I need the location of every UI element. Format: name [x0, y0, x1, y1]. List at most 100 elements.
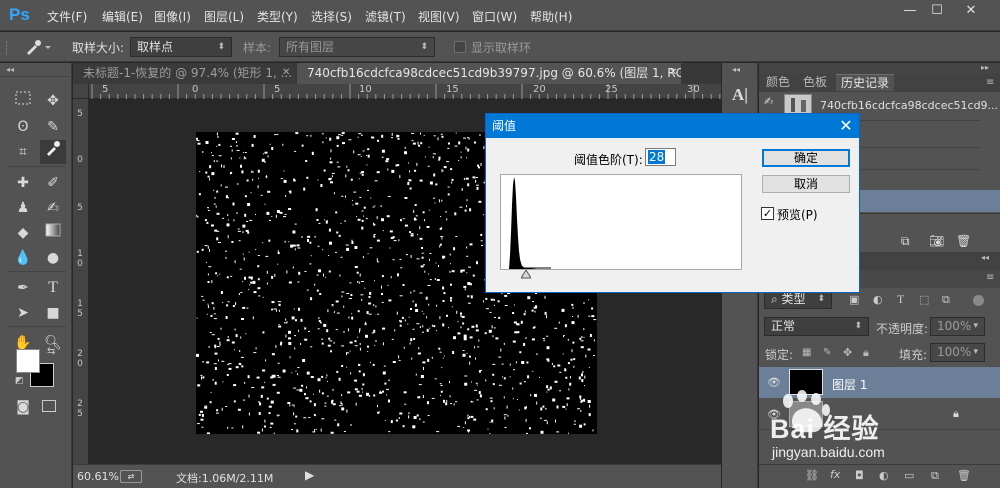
lasso-tool-icon[interactable]: ʘ	[10, 115, 36, 139]
new-snapshot-icon[interactable]: ⧉	[901, 234, 910, 249]
quick-select-tool-icon[interactable]: ✎	[40, 115, 66, 139]
tab-swatches[interactable]: 色板	[798, 74, 832, 91]
menu-view[interactable]: 视图(V)	[418, 8, 460, 25]
ruler-origin[interactable]	[73, 84, 89, 99]
minimize-button[interactable]: —	[897, 2, 923, 20]
filter-toggle-icon[interactable]	[973, 295, 984, 306]
quick-mask-icon[interactable]: ◙	[10, 395, 36, 419]
tab-untitled[interactable]: 未标题-1-恢复的 @ 97.4% (矩形 1, ...	[73, 63, 295, 84]
threshold-level-input[interactable]: 28	[645, 148, 676, 166]
panel-menu-icon[interactable]: ≡	[986, 77, 994, 88]
layers-menu-icon[interactable]: ≡	[986, 272, 994, 283]
new-layer-icon[interactable]: ⧉	[931, 469, 939, 483]
eraser-tool-icon[interactable]: ◆	[10, 221, 36, 245]
filter-shape-icon[interactable]: ⬚	[919, 293, 929, 306]
filter-adjustment-icon[interactable]: ◐	[873, 293, 883, 306]
crop-tool-icon[interactable]: ⌗	[10, 140, 36, 164]
tab-image-close-icon[interactable]: ✕	[669, 67, 677, 78]
collapse-layers-icon[interactable]: ◂◂	[981, 253, 989, 262]
rect-marquee-tool-icon[interactable]	[10, 89, 36, 113]
tab-history[interactable]: 历史记录	[836, 74, 895, 91]
menu-filter[interactable]: 滤镜(T)	[365, 8, 406, 25]
ruler-tick: 30	[687, 84, 700, 95]
filter-type-icon[interactable]: T	[897, 292, 904, 307]
pen-tool-icon[interactable]: ✒	[10, 276, 36, 300]
history-brush-tool-icon[interactable]: ✍	[40, 196, 66, 220]
trash-icon[interactable]: 🗑︎	[956, 234, 971, 248]
maximize-button[interactable]: ☐	[924, 2, 950, 20]
menu-layer[interactable]: 图层(L)	[204, 8, 244, 25]
lock-all-icon[interactable]: 🔒︎	[863, 346, 869, 360]
sample-dropdown[interactable]: 所有图层 ⬍	[279, 37, 435, 57]
healing-brush-tool-icon[interactable]: ✚	[10, 171, 36, 195]
zoom-level[interactable]: 60.61%	[77, 470, 119, 483]
snapshot-brush-icon[interactable]: ✍	[764, 95, 778, 109]
expand-icon[interactable]: ◂◂	[732, 65, 740, 74]
blend-mode-dropdown[interactable]: 正常 ⬍	[764, 317, 869, 336]
new-group-icon[interactable]: ▭	[904, 469, 914, 482]
show-ring-checkbox[interactable]	[454, 41, 466, 53]
collapse-panels-icon[interactable]: ▸▸	[981, 63, 989, 72]
window-close-button[interactable]: ✕	[958, 2, 984, 20]
clone-stamp-tool-icon[interactable]: ♟	[10, 196, 36, 220]
fill-field[interactable]: 100% ▾	[930, 343, 985, 362]
link-layers-icon[interactable]: ⛓︎	[805, 469, 819, 482]
menu-edit[interactable]: 编辑(E)	[102, 8, 143, 25]
preview-checkbox[interactable]: ✓	[761, 207, 774, 220]
camera-icon[interactable]: 📷︎	[929, 234, 944, 248]
lock-position-icon[interactable]: ✥	[843, 346, 852, 359]
tab-image[interactable]: 740cfb16cdcfca98cdcec51cd9b39797.jpg @ 6…	[297, 63, 681, 84]
path-select-tool-icon[interactable]: ➤	[10, 301, 36, 325]
chevron-updown-icon: ⬍	[817, 294, 825, 304]
menu-file[interactable]: 文件(F)	[47, 8, 87, 25]
tab-color[interactable]: 颜色	[761, 74, 795, 91]
opacity-field[interactable]: 100% ▾	[930, 317, 985, 336]
rectangle-tool-icon[interactable]: ■	[40, 301, 66, 325]
lock-pixels-icon[interactable]: ✎	[823, 347, 831, 358]
vertical-ruler[interactable]: 5 0 5 1 0 1 5 2 0 2 5	[73, 99, 89, 464]
swap-colors-icon[interactable]: ⇆	[47, 346, 55, 357]
dialog-close-icon[interactable]: ✕	[834, 114, 858, 138]
tab-untitled-close-icon[interactable]: ✕	[282, 67, 290, 78]
brush-tool-icon[interactable]: ✐	[40, 171, 66, 195]
default-colors-icon[interactable]: ◩	[15, 376, 24, 386]
dialog-title[interactable]: 阈值	[486, 114, 859, 138]
document-size: 文档:1.06M/2.11M	[176, 472, 274, 485]
horizontal-ruler[interactable]: 5 0 5 10 15 20 25 30	[89, 84, 721, 99]
lock-transparent-icon[interactable]: ▦	[802, 347, 811, 358]
type-tool-icon[interactable]: T	[40, 276, 66, 300]
share-icon[interactable]: ⇄	[120, 470, 142, 483]
filter-smart-object-icon[interactable]: ⧉	[942, 293, 950, 307]
visibility-eye-icon[interactable]: 👁︎	[767, 376, 781, 389]
chevron-updown-icon: ⬍	[217, 42, 225, 52]
screen-mode-icon[interactable]	[42, 400, 56, 412]
status-menu-arrow-icon[interactable]: ▶	[305, 468, 314, 482]
filter-pixel-icon[interactable]: ▣	[849, 293, 859, 306]
menu-window[interactable]: 窗口(W)	[472, 8, 517, 25]
cancel-button[interactable]: 取消	[762, 175, 850, 193]
menu-select[interactable]: 选择(S)	[311, 8, 352, 25]
document-tab-bar: 未标题-1-恢复的 @ 97.4% (矩形 1, ... ✕ 740cfb16c…	[73, 63, 721, 84]
ok-button[interactable]: 确定	[762, 149, 850, 167]
blur-tool-icon[interactable]: 💧	[10, 246, 36, 270]
eyedropper-preset-icon[interactable]	[22, 37, 52, 57]
history-snapshot-label[interactable]: 740cfb16cdcfca98cdcec51cd9...	[820, 99, 998, 112]
menu-help[interactable]: 帮助(H)	[530, 8, 572, 25]
delete-layer-icon[interactable]: 🗑︎	[957, 469, 971, 482]
foreground-color-swatch[interactable]	[16, 349, 40, 373]
adjustment-layer-icon[interactable]: ◐	[879, 469, 889, 482]
sample-size-dropdown[interactable]: 取样点 ⬍	[130, 37, 232, 57]
menu-image[interactable]: 图像(I)	[154, 8, 191, 25]
options-grip[interactable]	[6, 41, 9, 55]
fx-icon[interactable]: fx	[830, 468, 840, 481]
character-panel-icon[interactable]: A|	[729, 85, 751, 111]
watermark-brand: Bai 经验	[770, 414, 880, 444]
menu-type[interactable]: 类型(Y)	[257, 8, 298, 25]
eyedropper-tool-icon[interactable]	[40, 140, 66, 164]
add-mask-icon[interactable]: ◘	[855, 469, 864, 482]
threshold-slider-handle[interactable]	[520, 268, 532, 279]
move-tool-icon[interactable]: ✥	[40, 89, 66, 113]
dodge-tool-icon[interactable]: ●	[40, 246, 66, 270]
collapse-icon[interactable]: ◂◂	[6, 65, 14, 74]
gradient-tool-icon[interactable]	[40, 221, 66, 245]
